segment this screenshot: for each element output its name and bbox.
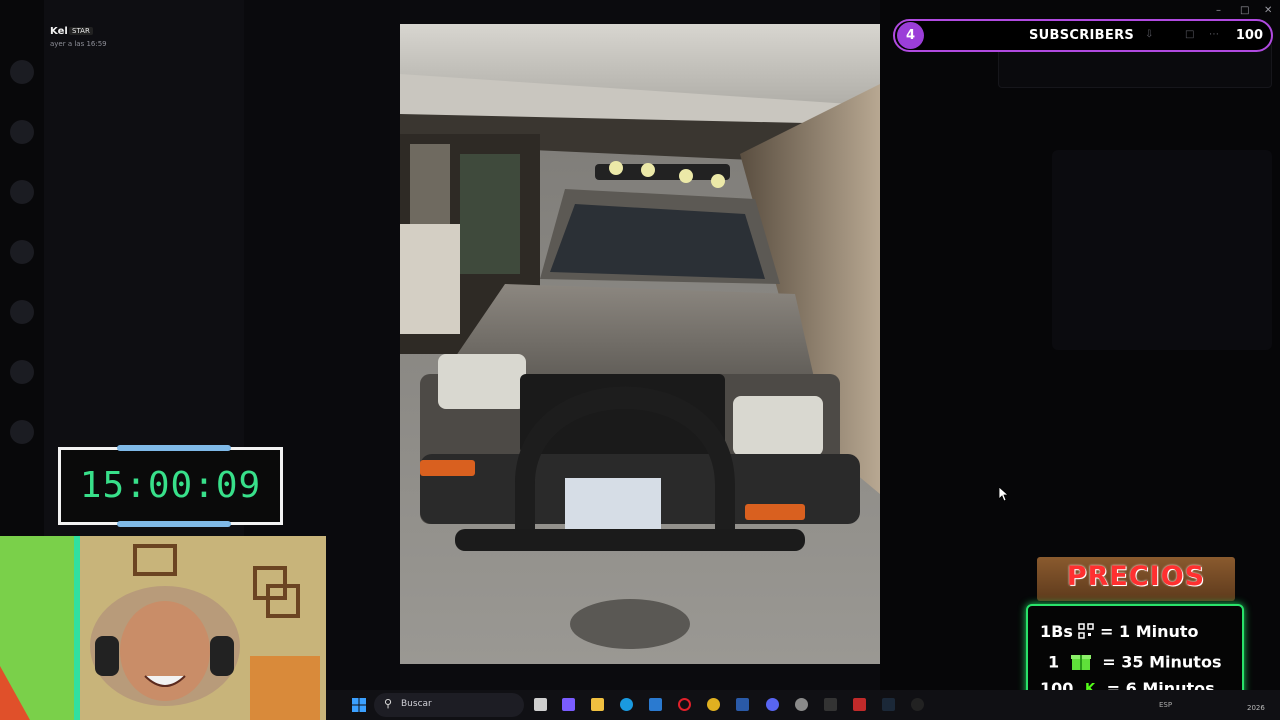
timer-bottom-bar bbox=[117, 521, 231, 527]
user-name[interactable]: Kel bbox=[50, 26, 68, 37]
chrome-icon[interactable] bbox=[707, 698, 720, 711]
price-equals: = bbox=[1102, 652, 1116, 672]
popout-icon[interactable]: □ bbox=[1185, 29, 1194, 40]
subscribers-goal-bar: 4 SUBSCRIBERS ⇩ □ ⋯ 100 bbox=[893, 19, 1273, 52]
download-icon[interactable]: ⇩ bbox=[1145, 29, 1153, 40]
windows-start-icon[interactable] bbox=[352, 698, 366, 712]
app-icon[interactable] bbox=[853, 698, 866, 711]
obs-icon[interactable] bbox=[911, 698, 924, 711]
server-icon[interactable] bbox=[10, 240, 34, 264]
language-indicator[interactable]: ESP bbox=[1159, 701, 1172, 709]
steam-icon[interactable] bbox=[882, 698, 895, 711]
file-explorer-icon[interactable] bbox=[591, 698, 604, 711]
taskbar-search[interactable]: ⚲ Buscar bbox=[374, 693, 524, 717]
minimize-icon[interactable]: – bbox=[1216, 5, 1221, 16]
price-result: 1 Minuto bbox=[1119, 622, 1199, 641]
server-icon[interactable] bbox=[10, 60, 34, 84]
epic-games-icon[interactable] bbox=[824, 698, 837, 711]
discord-icon[interactable] bbox=[766, 698, 779, 711]
gift-icon bbox=[1070, 652, 1091, 674]
word-icon[interactable] bbox=[736, 698, 749, 711]
price-amount: 1Bs bbox=[1040, 622, 1073, 641]
server-icon[interactable] bbox=[10, 420, 34, 444]
settings-icon[interactable] bbox=[795, 698, 808, 711]
search-placeholder: Buscar bbox=[401, 699, 432, 709]
profile-card bbox=[1052, 150, 1272, 350]
price-amount: 1 bbox=[1048, 652, 1060, 672]
prices-banner: PRECIOS bbox=[1037, 557, 1235, 601]
task-view-icon[interactable] bbox=[534, 698, 547, 711]
search-icon: ⚲ bbox=[384, 697, 393, 710]
message-timestamp: ayer a las 16:59 bbox=[50, 40, 107, 48]
timer-value: 15:00:09 bbox=[79, 465, 262, 506]
server-icon[interactable] bbox=[10, 360, 34, 384]
store-icon[interactable] bbox=[649, 698, 662, 711]
price-row: 1Bs = 1 Minuto bbox=[1040, 622, 1199, 643]
qr-icon bbox=[1078, 622, 1095, 643]
truck-photo-illustration bbox=[400, 24, 880, 664]
subscribers-goal: 100 bbox=[1235, 28, 1263, 43]
server-icon[interactable] bbox=[10, 180, 34, 204]
mouse-cursor-icon bbox=[999, 487, 1009, 501]
taskbar: ⚲ Buscar ESP 2026 bbox=[326, 690, 1280, 720]
close-icon[interactable]: ✕ bbox=[1264, 5, 1272, 16]
price-result: 35 Minutos bbox=[1121, 652, 1222, 672]
opera-icon[interactable] bbox=[678, 698, 691, 711]
timer-top-bar bbox=[117, 445, 231, 451]
edge-icon[interactable] bbox=[620, 698, 633, 711]
webcam-feed bbox=[0, 536, 326, 720]
subscribers-count: 4 bbox=[897, 22, 924, 49]
subscribers-label: SUBSCRIBERS bbox=[1029, 28, 1135, 43]
subathon-timer: 15:00:09 bbox=[58, 445, 283, 527]
prices-title: PRECIOS bbox=[1066, 561, 1206, 592]
more-icon[interactable]: ⋯ bbox=[1209, 29, 1219, 40]
shared-photo[interactable] bbox=[400, 24, 880, 664]
price-equals: = bbox=[1100, 622, 1114, 641]
server-icon[interactable] bbox=[10, 120, 34, 144]
user-badge: STAR bbox=[69, 27, 93, 35]
server-icon[interactable] bbox=[10, 300, 34, 324]
clock-year[interactable]: 2026 bbox=[1247, 704, 1265, 712]
webcam-illustration bbox=[0, 536, 326, 720]
price-row: 1 = 35 Minutos bbox=[1048, 652, 1221, 674]
copilot-icon[interactable] bbox=[562, 698, 575, 711]
maximize-icon[interactable]: □ bbox=[1240, 5, 1249, 16]
